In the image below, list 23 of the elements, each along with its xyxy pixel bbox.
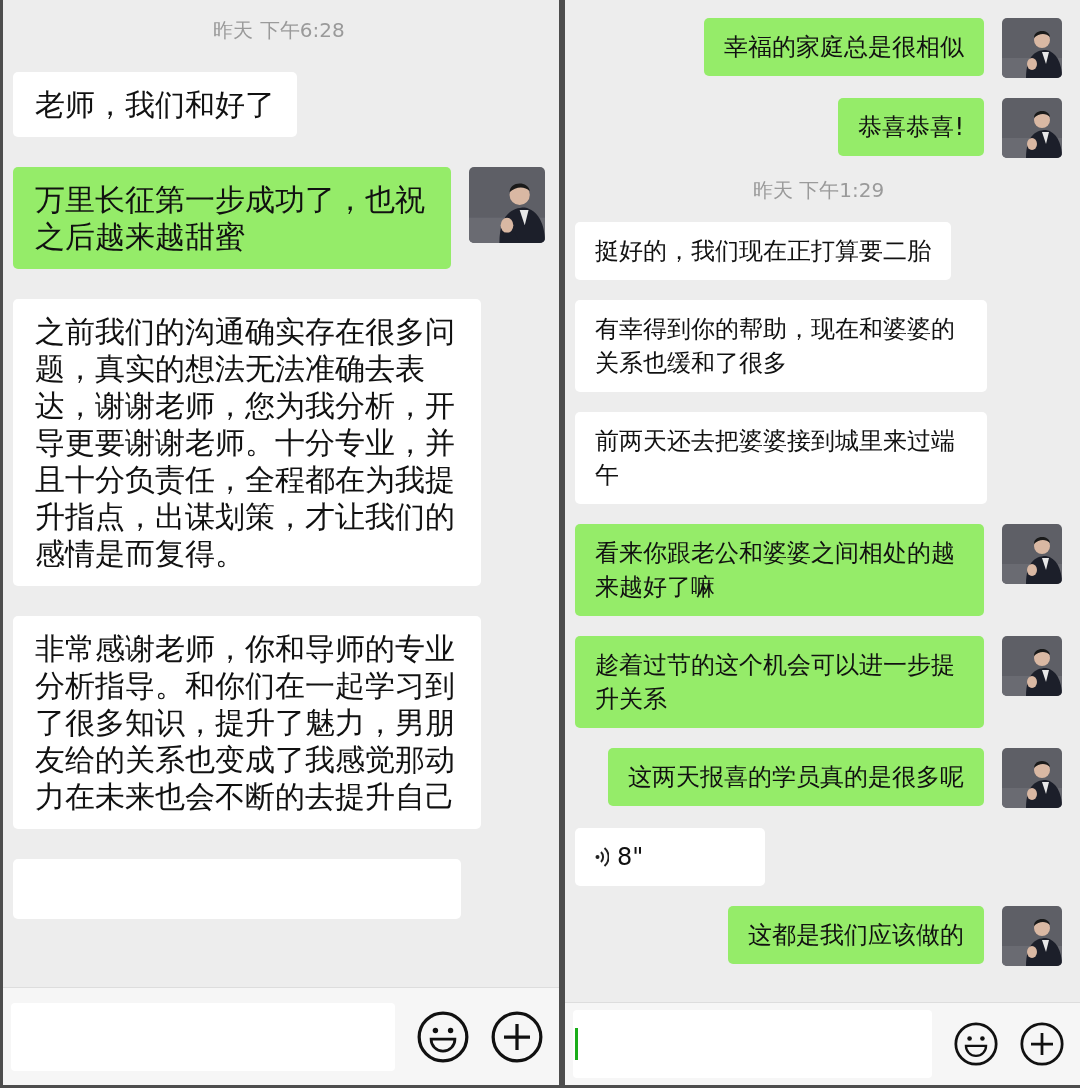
timestamp: 昨天 下午6:28 <box>213 18 345 42</box>
voice-duration: 8" <box>617 842 644 873</box>
message-bubble: 趁着过节的这个机会可以进一步提升关系 <box>575 636 984 728</box>
message-bubble: 看来你跟老公和婆婆之间相处的越来越好了嘛 <box>575 524 984 616</box>
message-bubble: 老师，我们和好了 <box>13 72 297 137</box>
message-bubble: 之前我们的沟通确实存在很多问题，真实的想法无法准确去表达，谢谢老师，您为我分析，开导更要谢谢老师。十分专业，并且十分负责任，全程都在为我提升指点，出谋划策，才让我们的感情是而复得。 <box>13 299 481 586</box>
input-field[interactable] <box>573 1010 932 1078</box>
message-bubble: 挺好的，我们现在正打算要二胎 <box>575 222 951 280</box>
message-bubble: 恭喜恭喜! <box>838 98 984 156</box>
message-bubble: 这两天报喜的学员真的是很多呢 <box>608 748 984 806</box>
emoji-icon[interactable] <box>417 1010 469 1063</box>
voice-icon <box>595 846 609 868</box>
message-bubble: 非常感谢老师，你和导师的专业分析指导。和你们在一起学习到了很多知识，提升了魅力，男朋友给的关系也变成了我感觉那动力在未来也会不断的去提升自己 <box>13 616 481 829</box>
timestamp: 昨天 下午1:29 <box>752 178 885 202</box>
plus-icon[interactable] <box>491 1010 543 1063</box>
message-bubble: 这都是我们应该做的 <box>728 906 984 964</box>
voice-message[interactable]: 8" <box>575 828 765 886</box>
message-bubble: 幸福的家庭总是很相似 <box>704 18 984 76</box>
message-bubble: 有幸得到你的帮助，现在和婆婆的关系也缓和了很多 <box>575 300 987 392</box>
message-bubble: 万里长征第一步成功了，也祝之后越来越甜蜜 <box>13 167 451 269</box>
message-bubble: 前两天还去把婆婆接到城里来过端午 <box>575 412 987 504</box>
plus-icon[interactable] <box>1020 1022 1064 1066</box>
emoji-icon[interactable] <box>954 1022 998 1066</box>
